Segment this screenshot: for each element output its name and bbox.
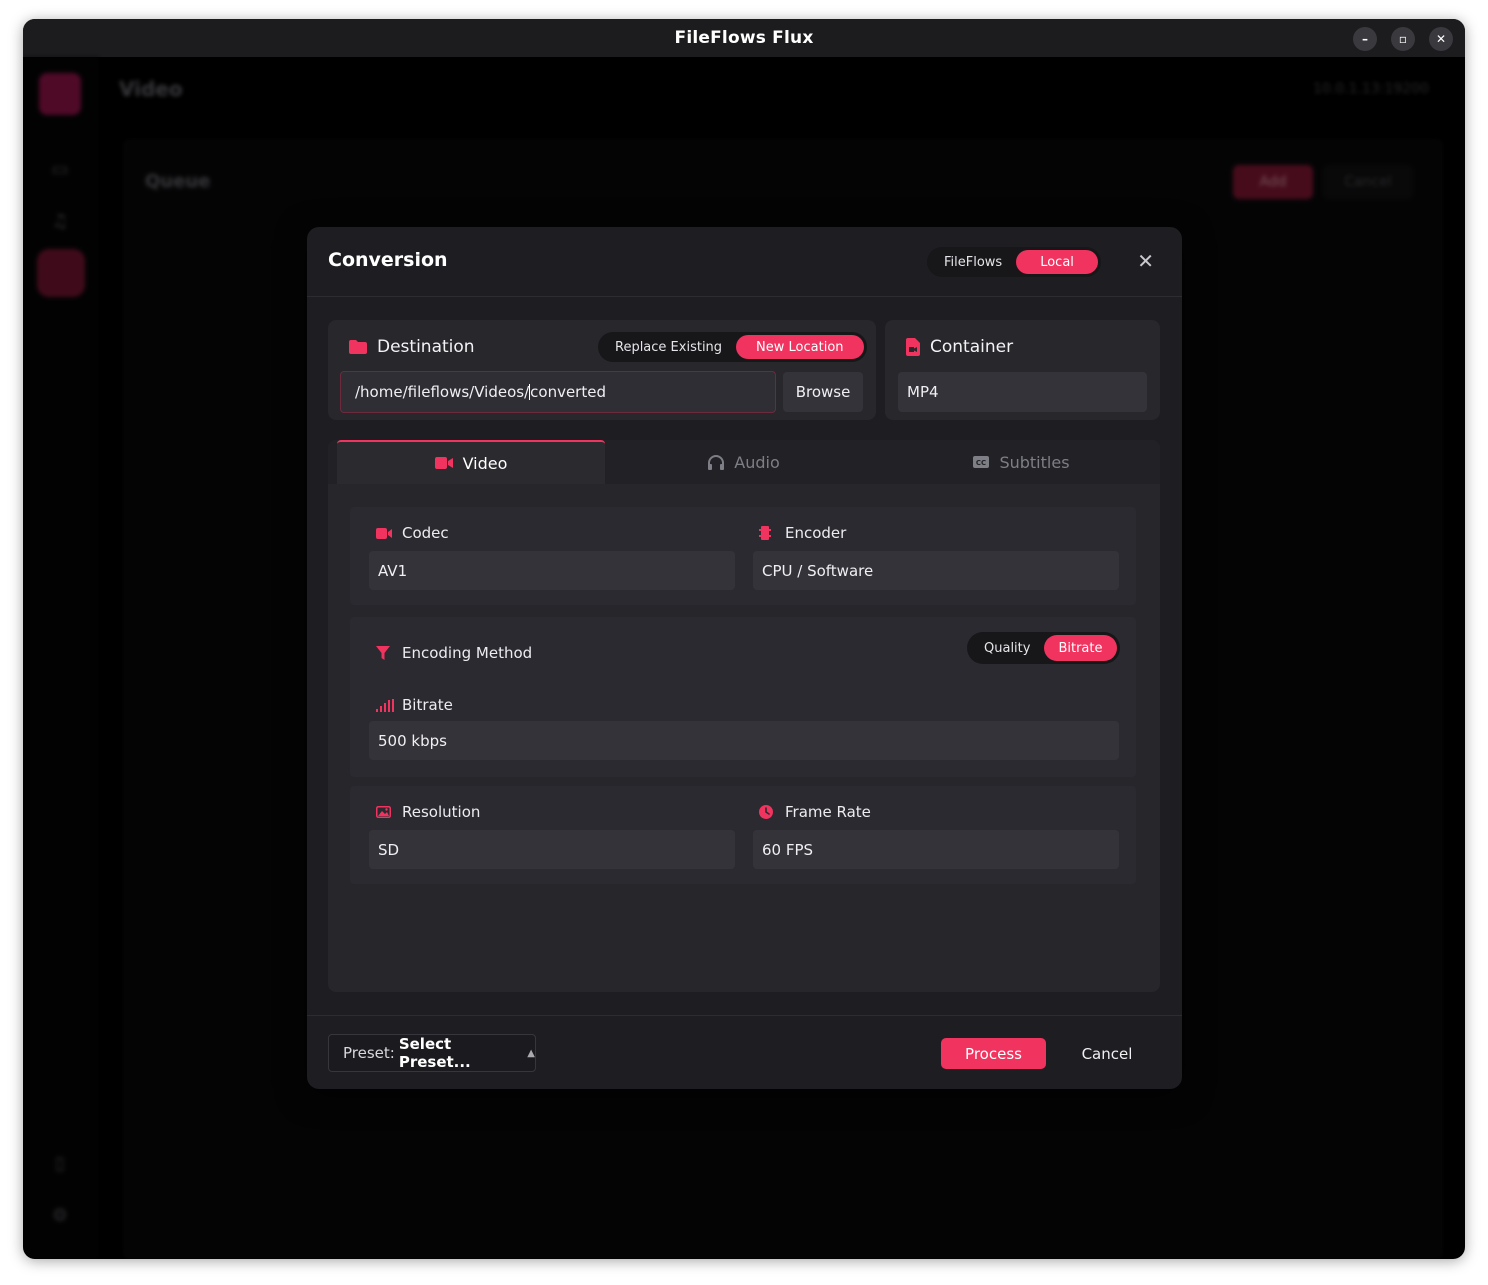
destination-toggle: Replace Existing New Location	[598, 332, 867, 362]
mode-option-local[interactable]: Local	[1016, 250, 1098, 274]
queue-title: Queue	[145, 171, 211, 192]
dialog-title: Conversion	[328, 249, 448, 271]
bitrate-label-text: Bitrate	[402, 696, 453, 714]
video-camera-icon	[434, 457, 453, 469]
section-title: Video	[119, 77, 183, 101]
maximize-icon[interactable]: ▫	[1391, 27, 1415, 51]
filter-icon	[376, 646, 392, 660]
destination-title: Destination	[377, 337, 475, 357]
encoder-label-text: Encoder	[785, 524, 847, 542]
cancel-button[interactable]: Cancel	[1067, 1038, 1147, 1069]
codec-label: Codec	[376, 524, 449, 542]
preset-select[interactable]: Preset: Select Preset... ▲	[328, 1034, 536, 1072]
file-icon[interactable]: ▯	[47, 1153, 73, 1175]
destination-panel: Destination Replace Existing New Locatio…	[328, 320, 876, 420]
closed-caption-icon: CC	[973, 456, 990, 468]
preset-prefix: Preset:	[343, 1044, 395, 1062]
image-icon	[376, 806, 392, 818]
encoding-method-label: Encoding Method	[376, 644, 532, 662]
bitrate-select[interactable]: 500 kbps	[369, 721, 1119, 760]
minimize-icon[interactable]: –	[1353, 27, 1377, 51]
tab-video-label: Video	[462, 453, 508, 473]
music-icon[interactable]: ♫	[47, 211, 73, 233]
conversion-dialog: Conversion FileFlows Local ✕ Destination…	[307, 227, 1182, 1089]
caret-up-icon: ▲	[527, 1047, 535, 1059]
svg-text:CC: CC	[976, 459, 986, 467]
encoder-select[interactable]: CPU / Software	[753, 551, 1119, 590]
image-icon[interactable]: ▭	[47, 159, 73, 181]
tab-subtitles[interactable]: CC Subtitles	[883, 440, 1160, 484]
window-title: FileFlows Flux	[674, 28, 814, 48]
path-text-end: converted	[530, 383, 606, 401]
bitrate-option[interactable]: Bitrate	[1044, 635, 1117, 661]
tab-bar: Video Audio CC Subtitles	[328, 440, 1160, 484]
dialog-footer: Preset: Select Preset... ▲ Process Cance…	[307, 1015, 1182, 1089]
close-icon[interactable]: ✕	[1429, 27, 1453, 51]
frame-rate-label: Frame Rate	[759, 803, 871, 821]
container-title: Container	[930, 337, 1014, 357]
app-logo	[39, 73, 81, 115]
frame-rate-label-text: Frame Rate	[785, 803, 871, 821]
container-select[interactable]: MP4	[898, 372, 1147, 412]
signal-bars-icon	[376, 698, 394, 712]
settings-icon[interactable]: ⚙	[47, 1205, 73, 1227]
file-video-icon	[906, 338, 920, 356]
process-button[interactable]: Process	[941, 1038, 1046, 1069]
mode-toggle: FileFlows Local	[927, 247, 1101, 277]
container-header: Container	[906, 337, 1013, 357]
destination-header: Destination	[349, 337, 475, 357]
resolution-label-text: Resolution	[402, 803, 481, 821]
folder-icon	[349, 340, 367, 354]
encoding-method-toggle: Quality Bitrate	[967, 632, 1120, 664]
preset-value: Select Preset...	[398, 1035, 471, 1071]
queue-cancel-button[interactable]: Cancel	[1323, 165, 1413, 199]
frame-rate-select[interactable]: 60 FPS	[753, 830, 1119, 869]
resolution-select[interactable]: SD	[369, 830, 735, 869]
tab-video[interactable]: Video	[337, 440, 605, 484]
container-panel: Container MP4	[885, 320, 1160, 420]
encoder-label: Encoder	[759, 524, 846, 542]
tab-audio-label: Audio	[734, 452, 780, 472]
replace-existing-option[interactable]: Replace Existing	[601, 335, 736, 359]
sidebar: ▭ ♫ ▯ ⚙	[23, 57, 99, 1259]
server-status: 10.0.1.13:19200	[1312, 81, 1429, 97]
chip-icon	[759, 526, 775, 540]
resolution-framerate-group: Resolution SD Frame Rate 60 FPS	[350, 786, 1136, 884]
resolution-label: Resolution	[376, 803, 480, 821]
video-camera-icon	[376, 527, 392, 539]
title-bar[interactable]: FileFlows Flux – ▫ ✕	[23, 19, 1465, 57]
browse-button[interactable]: Browse	[783, 372, 863, 412]
tab-audio[interactable]: Audio	[605, 440, 883, 484]
bitrate-label: Bitrate	[376, 696, 453, 714]
clock-icon	[759, 805, 775, 819]
mode-option-fileflows[interactable]: FileFlows	[930, 250, 1016, 274]
new-location-option[interactable]: New Location	[736, 335, 864, 359]
settings-tabs: Video Audio CC Subtitles Codec AV1 Encod…	[328, 440, 1160, 992]
encoding-method-label-text: Encoding Method	[402, 644, 533, 662]
headphones-icon	[708, 454, 725, 470]
codec-encoder-group: Codec AV1 Encoder CPU / Software	[350, 507, 1136, 605]
codec-label-text: Codec	[402, 524, 449, 542]
sidebar-item-video[interactable]	[37, 249, 85, 297]
add-button[interactable]: Add	[1233, 165, 1313, 199]
destination-path-input[interactable]: /home/fileflows/Videos/converted	[340, 371, 776, 413]
quality-option[interactable]: Quality	[970, 635, 1044, 661]
encoding-method-group: Encoding Method Quality Bitrate Bitrate …	[350, 617, 1136, 777]
tab-subtitles-label: Subtitles	[999, 452, 1070, 472]
dialog-header: Conversion FileFlows Local ✕	[307, 227, 1182, 297]
codec-select[interactable]: AV1	[369, 551, 735, 590]
dialog-close-icon[interactable]: ✕	[1137, 251, 1154, 271]
path-text: /home/fileflows/Videos/	[355, 383, 530, 401]
